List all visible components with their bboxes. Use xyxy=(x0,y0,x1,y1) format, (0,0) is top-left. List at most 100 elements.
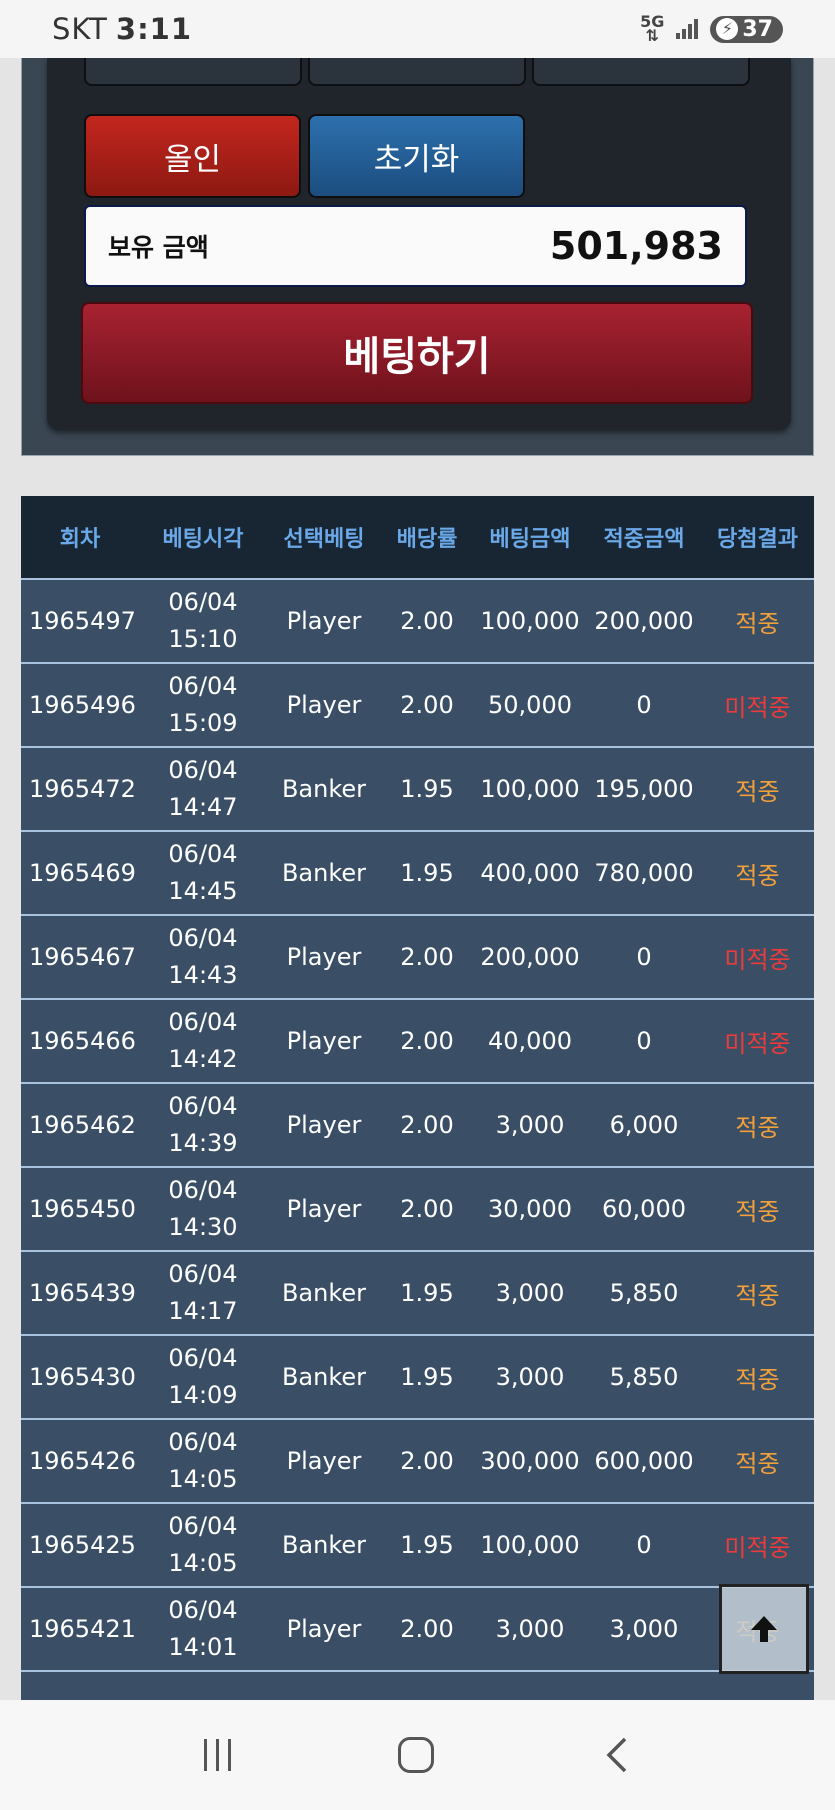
charging-icon: ⚡ xyxy=(716,18,739,40)
chip-button-2[interactable] xyxy=(308,58,526,86)
cell-pick: Player xyxy=(286,1195,362,1223)
battery-icon: ⚡ 37 xyxy=(710,15,783,43)
home-icon[interactable] xyxy=(397,1737,434,1773)
cell-time: 14:05 xyxy=(168,1549,238,1577)
cell-odds: 1.95 xyxy=(400,1279,454,1307)
cell-win-amount: 0 xyxy=(636,943,652,971)
header-bet-time: 베팅시각 xyxy=(162,527,244,552)
cell-bet-amount: 3,000 xyxy=(495,1615,565,1643)
cell-win-amount: 600,000 xyxy=(594,1447,694,1475)
cell-bet-amount: 300,000 xyxy=(480,1447,580,1475)
place-bet-button[interactable]: 베팅하기 xyxy=(81,302,753,404)
cell-result: 미적중 xyxy=(724,1029,791,1058)
cell-win-amount: 5,850 xyxy=(609,1279,679,1307)
carrier-name: SKT xyxy=(52,12,108,46)
cell-round: 1965462 xyxy=(29,1111,136,1139)
cell-pick: Player xyxy=(286,943,362,971)
cell-pick: Banker xyxy=(281,859,367,887)
cell-odds: 2.00 xyxy=(400,691,454,719)
cell-bet-amount: 3,000 xyxy=(495,1363,565,1391)
cell-date: 06/04 xyxy=(168,840,238,868)
cell-win-amount: 0 xyxy=(636,1027,652,1055)
cell-result: 적중 xyxy=(735,861,780,890)
cell-odds: 1.95 xyxy=(400,859,454,887)
cell-result: 미적중 xyxy=(724,945,791,974)
cell-pick: Player xyxy=(286,607,362,635)
cell-bet-time: 06/04 14:05 xyxy=(139,1424,267,1498)
header-win-amount: 적중금액 xyxy=(603,527,685,552)
cell-time: 14:17 xyxy=(168,1297,238,1325)
cell-time: 14:45 xyxy=(168,877,238,905)
table-row: 1965430 06/04 14:09 Banker 1.95 3,000 5,850 적중 xyxy=(21,1334,814,1418)
status-bar: SKT 3:11 5G ⇅ ⚡ 37 xyxy=(0,0,835,58)
table-row: 1965439 06/04 14:17 Banker 1.95 3,000 5,850 적중 xyxy=(21,1250,814,1334)
cell-date: 06/04 xyxy=(168,924,238,952)
cell-time: 14:42 xyxy=(168,1045,238,1073)
cell-bet-amount: 3,000 xyxy=(495,1279,565,1307)
cell-bet-time: 06/04 14:01 xyxy=(139,1592,267,1666)
cell-round: 1965469 xyxy=(29,859,136,887)
cell-odds: 1.95 xyxy=(400,1363,454,1391)
signal-icon xyxy=(676,19,699,39)
cell-result: 적중 xyxy=(735,777,780,806)
cell-pick: Banker xyxy=(281,1363,367,1391)
cell-time: 15:10 xyxy=(168,625,238,653)
cell-bet-time: 06/04 14:42 xyxy=(139,1004,267,1078)
cell-date: 06/04 xyxy=(168,1596,238,1624)
cell-bet-time: 06/04 14:17 xyxy=(139,1256,267,1330)
network-label: 5G xyxy=(640,12,665,31)
cell-date: 06/04 xyxy=(168,1344,238,1372)
scroll-top-button[interactable] xyxy=(719,1584,809,1674)
cell-pick: Player xyxy=(286,1615,362,1643)
chip-button-1[interactable] xyxy=(84,58,302,86)
cell-result: 적중 xyxy=(735,1365,780,1394)
cell-pick: Player xyxy=(286,1027,362,1055)
cell-time: 14:30 xyxy=(168,1213,238,1241)
cell-round: 1965496 xyxy=(29,691,136,719)
reset-button[interactable]: 초기화 xyxy=(308,114,525,198)
cell-round: 1965466 xyxy=(29,1027,136,1055)
cell-round: 1965472 xyxy=(29,775,136,803)
table-header: 회차 베팅시각 선택베팅 배당률 베팅금액 적중금액 당첨결과 xyxy=(21,496,814,578)
carrier-time: SKT 3:11 xyxy=(52,12,192,46)
recent-apps-icon[interactable] xyxy=(203,1739,231,1771)
cell-bet-time: 06/04 14:39 xyxy=(139,1088,267,1162)
table-row: 196542106/0414:01Player2.003,0003,000적중 xyxy=(21,1586,814,1670)
cell-bet-time: 06/04 14:47 xyxy=(139,752,267,826)
cell-bet-time: 06/04 14:09 xyxy=(139,1340,267,1414)
header-odds: 배당률 xyxy=(396,527,458,552)
balance-value: 501,983 xyxy=(549,224,723,268)
cell-round: 1965497 xyxy=(29,607,136,635)
table-row: 1965425 06/04 14:05 Banker 1.95 100,000 0 미적중 xyxy=(21,1502,814,1586)
table-row: 1965472 06/04 14:47 Banker 1.95 100,000 195,00… xyxy=(21,746,814,830)
cell-odds: 2.00 xyxy=(400,943,454,971)
table-row: 1965469 06/04 14:45 Banker 1.95 400,000 780,00… xyxy=(21,830,814,914)
cell-win-amount: 195,000 xyxy=(594,775,694,803)
cell-round: 1965430 xyxy=(29,1363,136,1391)
cell-time: 14:47 xyxy=(168,793,238,821)
cell-pick: Banker xyxy=(281,1279,367,1307)
cell-win-amount: 780,000 xyxy=(594,859,694,887)
arrow-up-icon xyxy=(751,1616,777,1642)
cell-round: 1965426 xyxy=(29,1447,136,1475)
cell-win-amount: 6,000 xyxy=(609,1111,679,1139)
cell-date: 06/04 xyxy=(168,1092,238,1120)
table-row: 1965496 06/04 15:09 Player 2.00 50,000 0 미적중 xyxy=(21,662,814,746)
cell-odds: 2.00 xyxy=(400,1447,454,1475)
cell-bet-time: 06/04 14:45 xyxy=(139,836,267,910)
navigation-bar xyxy=(0,1700,835,1810)
battery-level: 37 xyxy=(742,16,773,42)
cell-bet-time: 06/04 15:09 xyxy=(139,668,267,742)
clock: 3:11 xyxy=(115,12,193,46)
cell-bet-amount: 200,000 xyxy=(480,943,580,971)
table-row: 1965426 06/04 14:05 Player 2.00 300,000 600,00… xyxy=(21,1418,814,1502)
table-row: 1965467 06/04 14:43 Player 2.00 200,000 0 미적중 xyxy=(21,914,814,998)
cell-date: 06/04 xyxy=(168,1428,238,1456)
cell-round: 1965421 xyxy=(29,1615,136,1643)
chip-button-3[interactable] xyxy=(532,58,750,86)
cell-odds: 1.95 xyxy=(400,1531,454,1559)
balance-label: 보유 금액 xyxy=(108,233,209,262)
back-icon[interactable] xyxy=(601,1735,631,1775)
cell-result: 적중 xyxy=(735,1113,780,1142)
allin-button[interactable]: 올인 xyxy=(84,114,301,198)
